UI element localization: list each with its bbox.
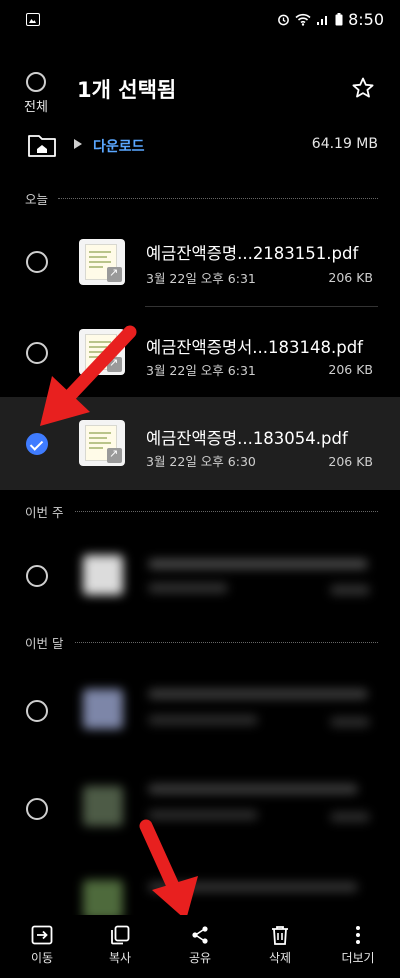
annotation-arrow-icon xyxy=(139,819,198,920)
section-divider xyxy=(75,642,378,643)
delete-label: 삭제 xyxy=(268,951,292,965)
file-name: 예금잔액증명...2183151.pdf xyxy=(146,244,359,263)
share-icon xyxy=(192,926,208,944)
delete-button[interactable]: 삭제 xyxy=(250,915,310,966)
file-date: 3월 22일 오후 6:30 xyxy=(146,454,256,469)
row-checkbox[interactable] xyxy=(26,251,48,273)
more-label: 더보기 xyxy=(341,951,375,965)
file-size: 206 KB xyxy=(328,454,373,469)
gallery-notification-icon xyxy=(26,13,40,26)
wifi-icon xyxy=(295,13,311,26)
file-name: 예금잔액증명서...183148.pdf xyxy=(146,338,363,357)
section-divider xyxy=(75,511,378,512)
move-label: 이동 xyxy=(30,951,54,965)
move-icon xyxy=(31,925,53,945)
trash-icon xyxy=(272,926,288,945)
row-checkbox-checked[interactable] xyxy=(26,433,48,455)
breadcrumb[interactable]: 다운로드 xyxy=(93,136,145,156)
row-checkbox[interactable] xyxy=(26,700,48,722)
list-item[interactable]: 예금잔액증명...2183151.pdf 3월 22일 오후 6:31 206 … xyxy=(0,230,400,295)
copy-button[interactable]: 복사 xyxy=(90,915,150,966)
pdf-thumbnail xyxy=(79,239,125,285)
file-date: 3월 22일 오후 6:31 xyxy=(146,363,256,378)
more-button[interactable]: 더보기 xyxy=(328,915,388,966)
alarm-icon xyxy=(278,14,289,26)
copy-label: 복사 xyxy=(108,951,132,965)
signal-icon xyxy=(317,16,328,25)
bottom-action-bar: 이동 복사 공유 삭제 더보기 xyxy=(0,915,400,978)
page-title: 1개 선택됨 xyxy=(77,78,177,102)
section-header-today: 오늘 xyxy=(25,192,49,207)
annotation-arrow-icon xyxy=(40,325,137,426)
battery-icon xyxy=(335,13,343,26)
file-size: 206 KB xyxy=(328,362,373,377)
folder-size: 64.19 MB xyxy=(311,136,378,152)
external-link-icon xyxy=(107,266,122,282)
section-header-this-month: 이번 달 xyxy=(25,636,64,651)
row-checkbox[interactable] xyxy=(26,798,48,820)
list-item[interactable] xyxy=(0,675,400,745)
move-button[interactable]: 이동 xyxy=(12,915,72,966)
section-divider xyxy=(58,198,378,199)
status-time: 8:50 xyxy=(348,10,384,29)
select-all-checkbox[interactable] xyxy=(26,72,46,92)
file-size: 206 KB xyxy=(328,270,373,285)
section-header-this-week: 이번 주 xyxy=(25,505,64,520)
status-bar: 8:50 xyxy=(0,0,400,40)
file-name: 예금잔액증명...183054.pdf xyxy=(146,429,348,448)
path-arrow-icon xyxy=(74,139,82,149)
select-all-label[interactable]: 전체 xyxy=(24,96,48,115)
row-checkbox[interactable] xyxy=(26,565,48,587)
favorite-star-icon[interactable] xyxy=(351,76,375,100)
copy-icon xyxy=(111,925,130,945)
external-link-icon xyxy=(107,447,122,463)
more-icon xyxy=(356,926,360,944)
share-label: 공유 xyxy=(188,951,212,965)
home-folder-icon[interactable] xyxy=(27,132,57,158)
list-item[interactable] xyxy=(0,545,400,605)
divider xyxy=(145,306,378,307)
file-date: 3월 22일 오후 6:31 xyxy=(146,271,256,286)
share-button[interactable]: 공유 xyxy=(170,915,230,966)
